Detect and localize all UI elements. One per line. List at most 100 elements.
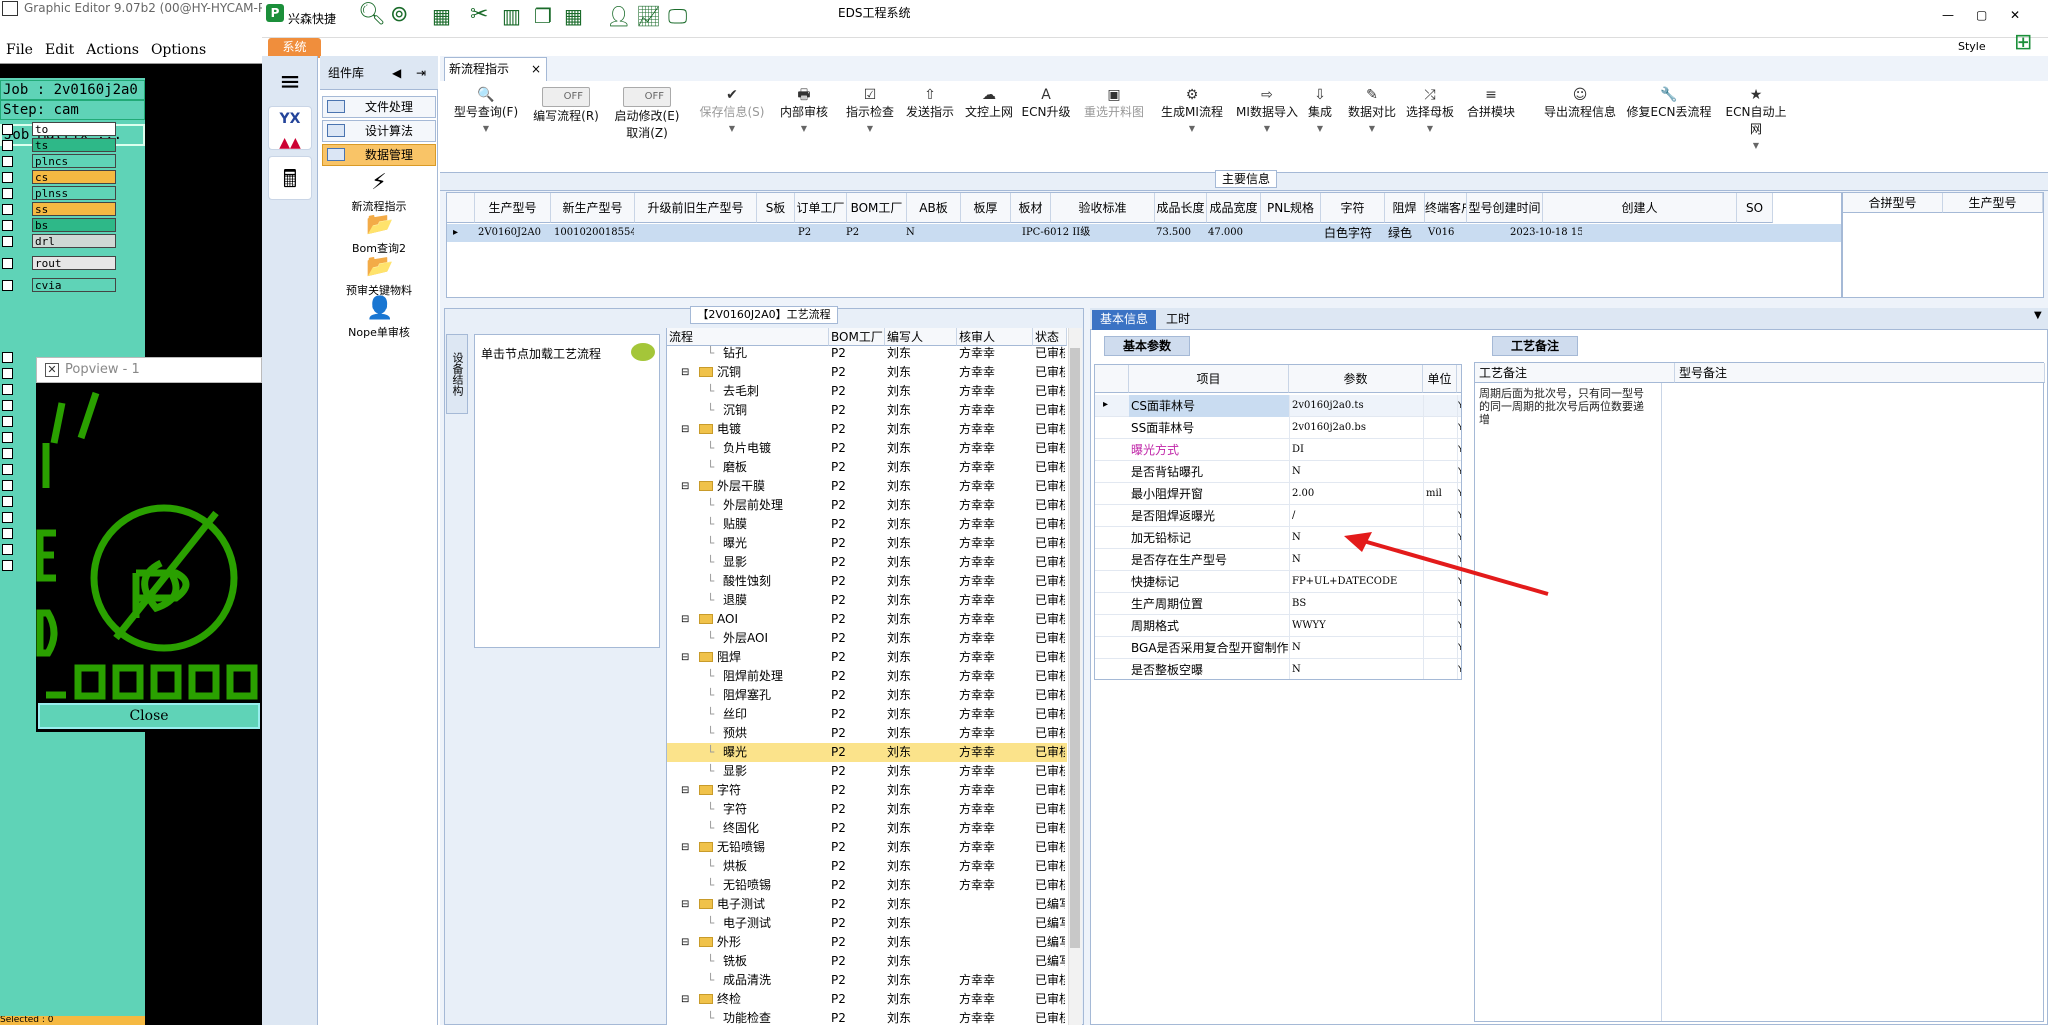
tree-row[interactable]: 电镀 ⊟ P2 刘东 方幸幸 已审核	[667, 420, 1067, 439]
layer-row[interactable]: plnss	[0, 186, 118, 201]
ribbon-button[interactable]: ▣ 重选开料图	[1082, 87, 1146, 120]
tree-row[interactable]: 字符 ⊟ P2 刘东 方幸幸 已审核	[667, 781, 1067, 800]
layer-row[interactable]	[0, 558, 30, 573]
layer-name[interactable]: drl	[32, 234, 116, 248]
tree-row[interactable]: 无铅喷锡 └ P2 刘东 方幸幸 已审核	[667, 876, 1067, 895]
table-cell[interactable]: 绿色	[1386, 224, 1424, 242]
ribbon-button[interactable]: 🔍 型号查询(F) ▼	[450, 87, 522, 133]
tree-row[interactable]: 沉铜 ⊟ P2 刘东 方幸幸 已审核	[667, 363, 1067, 382]
tree-node[interactable]: 沉铜	[699, 363, 741, 382]
ribbon-button[interactable]: ⇧ 发送指示	[902, 87, 958, 120]
chevron-left-icon[interactable]: ◀	[392, 56, 401, 90]
popview-close-icon[interactable]: ✕	[45, 363, 59, 377]
param-value[interactable]: N	[1289, 637, 1423, 659]
layer-checkbox[interactable]	[2, 368, 13, 379]
param-value[interactable]: N	[1289, 659, 1423, 679]
tree-node[interactable]: 外形	[699, 933, 741, 952]
table-cell[interactable]: 10010200185546	[552, 224, 634, 242]
calculator-icon[interactable]: 🖩	[268, 156, 312, 200]
column-header[interactable]: SO	[1737, 193, 1773, 223]
layer-row[interactable]: cvia	[0, 278, 118, 293]
toggle-switch[interactable]: OFF	[623, 87, 671, 107]
column-header[interactable]: PNL规格	[1261, 193, 1321, 223]
layer-checkbox[interactable]	[2, 384, 13, 395]
yx-factory-icon[interactable]: YX ▲▲	[268, 106, 312, 151]
tree-node[interactable]: 阻焊前处理	[723, 667, 783, 686]
tree-node[interactable]: 字符	[723, 800, 747, 819]
layer-checkbox[interactable]	[2, 258, 13, 269]
param-value[interactable]: 2v0160j2a0.ts	[1289, 395, 1423, 417]
tree-node[interactable]: 字符	[699, 781, 741, 800]
table-row[interactable]: 是否阻焊返曝光 / Y	[1095, 505, 1461, 527]
tab-basic-params[interactable]: 基本参数	[1104, 336, 1190, 356]
layer-row[interactable]: ss	[0, 202, 118, 217]
column-header[interactable]: 升级前旧生产型号	[635, 193, 757, 223]
expand-toggle-icon[interactable]: ⊟	[681, 781, 689, 800]
table-cell[interactable]	[636, 224, 756, 242]
column-header[interactable]: 终端客户代码	[1425, 193, 1467, 223]
layer-name[interactable]: cvia	[32, 278, 116, 292]
ribbon-button[interactable]: ⇩ 集成 ▼	[1302, 87, 1338, 133]
tree-row[interactable]: 外层AOI └ P2 刘东 方幸幸 已审核	[667, 629, 1067, 648]
tree-row[interactable]: 磨板 └ P2 刘东 方幸幸 已审核	[667, 458, 1067, 477]
chevron-down-icon[interactable]: ▼	[2034, 310, 2042, 321]
tree-row[interactable]: 曝光 └ P2 刘东 方幸幸 已审核	[667, 743, 1067, 762]
layer-checkbox[interactable]	[2, 400, 13, 411]
layer-row[interactable]	[0, 414, 30, 429]
tab-close-icon[interactable]: ×	[531, 58, 541, 80]
menu-options[interactable]: Options	[145, 36, 212, 58]
table-cell[interactable]: V016	[1426, 224, 1466, 242]
layer-name[interactable]: cs	[32, 170, 116, 184]
layer-checkbox[interactable]	[2, 544, 13, 555]
column-header[interactable]: 合拼型号	[1843, 193, 1943, 213]
dropdown-arrow-icon[interactable]: ▼	[696, 124, 768, 133]
tab-process-notes[interactable]: 工艺备注	[1492, 336, 1578, 356]
dropdown-arrow-icon[interactable]: ▼	[774, 124, 834, 133]
dropdown-arrow-icon[interactable]: ▼	[1302, 124, 1338, 133]
layer-checkbox[interactable]	[2, 448, 13, 459]
tree-node[interactable]: 酸性蚀刻	[723, 572, 771, 591]
table-cell[interactable]: 47.000	[1206, 224, 1260, 242]
column-header[interactable]: 成品长度	[1155, 193, 1207, 223]
menu-analysis[interactable]: Analy	[0, 58, 52, 80]
param-value[interactable]: /	[1289, 505, 1423, 527]
tree-node[interactable]: 功能检查	[723, 1009, 771, 1025]
table-cell[interactable]	[1262, 224, 1320, 242]
lib-item[interactable]: 数据管理	[322, 144, 436, 166]
tool-item[interactable]: ⚡ 新流程指示	[320, 170, 438, 214]
tool-item[interactable]: 📂 预审关键物料	[320, 254, 438, 298]
hamburger-menu-icon[interactable]: ≡	[268, 60, 312, 104]
layer-name[interactable]: to	[32, 122, 116, 136]
ribbon-button[interactable]: ☑ 指示检查 ▼	[840, 87, 900, 133]
table-icon[interactable]: ▦	[432, 4, 451, 28]
grid-icon[interactable]: ▦	[564, 4, 583, 28]
layer-row[interactable]: drl	[0, 234, 118, 249]
table-cell[interactable]: 73.500	[1154, 224, 1206, 242]
column-header[interactable]: 成品宽度	[1207, 193, 1261, 223]
table-cell[interactable]: 白色字符	[1322, 224, 1384, 242]
table-cell[interactable]	[1738, 224, 1772, 242]
tree-node[interactable]: 丝印	[723, 705, 747, 724]
tree-node[interactable]: 烘板	[723, 857, 747, 876]
tree-node[interactable]: 去毛刺	[723, 382, 759, 401]
menu-actions[interactable]: Actions	[80, 36, 145, 58]
layer-checkbox[interactable]	[2, 496, 13, 507]
ribbon-button[interactable]: ⤮ 选择母板 ▼	[1404, 87, 1456, 133]
job-field[interactable]: Job : 2v0160j2a0	[0, 80, 145, 100]
expand-toggle-icon[interactable]: ⊟	[681, 648, 689, 667]
layer-checkbox[interactable]	[2, 220, 13, 231]
quick-label[interactable]: 兴森快捷	[288, 10, 336, 27]
tree-row[interactable]: 铣板 └ P2 刘东 已编写	[667, 952, 1067, 971]
tree-node[interactable]: AOI	[699, 610, 738, 629]
column-header[interactable]: 板厚	[961, 193, 1011, 223]
copy-icon[interactable]: ❐	[534, 4, 552, 28]
pin-icon[interactable]: ⇥	[416, 56, 426, 90]
tree-node[interactable]: 终固化	[723, 819, 759, 838]
tree-node[interactable]: 磨板	[723, 458, 747, 477]
column-header[interactable]: 阻焊	[1385, 193, 1425, 223]
column-header[interactable]: 生产型号	[1943, 193, 2043, 213]
ribbon-button[interactable]: ⇨ MI数据导入 ▼	[1234, 87, 1300, 133]
tree-row[interactable]: 钻孔 └ P2 刘东 方幸幸 已审核	[667, 344, 1067, 363]
close-window-icon[interactable]: ✕	[2010, 8, 2020, 22]
table-cell[interactable]: P2	[844, 224, 906, 242]
